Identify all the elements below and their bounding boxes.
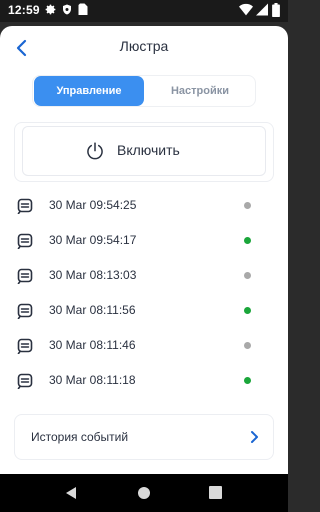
message-icon: [17, 373, 33, 394]
event-status-dot: [244, 272, 251, 279]
event-row: 30 Mar 08:11:56: [14, 296, 274, 326]
tab-switcher: Управление Настройки: [32, 75, 256, 107]
system-navigation-bar: [0, 474, 288, 512]
device-sheet: Люстра Управление Настройки Включить 30 …: [0, 26, 288, 474]
power-label: Включить: [117, 142, 180, 158]
event-status-dot: [244, 307, 251, 314]
battery-icon: [272, 3, 280, 20]
power-icon: [85, 141, 105, 166]
event-status-dot: [244, 202, 251, 209]
nav-recents-button[interactable]: [209, 486, 222, 504]
event-time: 30 Mar 08:11:56: [49, 303, 136, 317]
nav-home-button[interactable]: [137, 486, 151, 505]
event-row: 30 Mar 08:11:18: [14, 366, 274, 396]
signal-icon: [256, 3, 268, 19]
settings-icon: [44, 3, 57, 19]
event-status-dot: [244, 377, 251, 384]
event-history-label: История событий: [31, 430, 129, 444]
tab-settings[interactable]: Настройки: [145, 76, 255, 106]
wifi-icon: [239, 3, 253, 19]
sim-card-icon: [78, 3, 88, 19]
event-time: 30 Mar 09:54:17: [49, 233, 137, 247]
event-time: 30 Mar 08:13:03: [49, 268, 137, 282]
event-row: 30 Mar 09:54:17: [14, 226, 274, 256]
message-icon: [17, 233, 33, 254]
event-row: 30 Mar 09:54:25: [14, 191, 274, 221]
event-status-dot: [244, 342, 251, 349]
chevron-right-icon: [248, 429, 260, 450]
message-icon: [17, 303, 33, 324]
event-time: 30 Mar 09:54:25: [49, 198, 137, 212]
page-title: Люстра: [119, 38, 169, 54]
event-time: 30 Mar 08:11:46: [49, 338, 136, 352]
event-history-link[interactable]: История событий: [14, 414, 274, 460]
nav-back-button[interactable]: [64, 486, 78, 505]
shield-icon: [61, 3, 73, 19]
message-icon: [17, 198, 33, 219]
event-row: 30 Mar 08:11:46: [14, 331, 274, 361]
tab-control[interactable]: Управление: [34, 76, 144, 106]
power-button[interactable]: Включить: [22, 126, 266, 176]
event-time: 30 Mar 08:11:18: [49, 373, 136, 387]
status-bar: 12:59: [0, 0, 288, 22]
message-icon: [17, 338, 33, 359]
power-card: Включить: [14, 122, 274, 182]
event-status-dot: [244, 237, 251, 244]
status-time: 12:59: [8, 3, 40, 17]
event-row: 30 Mar 08:13:03: [14, 261, 274, 291]
message-icon: [17, 268, 33, 289]
